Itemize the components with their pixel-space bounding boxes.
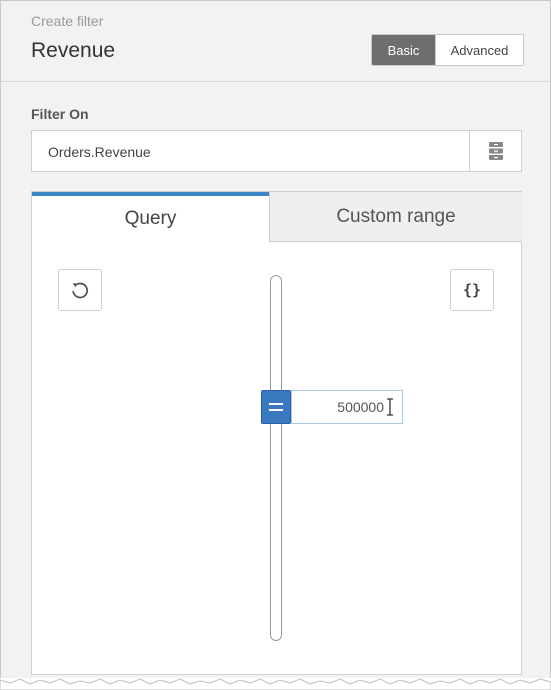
filter-tabs-panel: Query Custom range {} [31, 191, 522, 675]
basic-mode-button[interactable]: Basic [372, 35, 435, 65]
panel-header: Create filter Revenue Basic Advanced [1, 1, 550, 82]
reset-button[interactable] [58, 269, 102, 311]
advanced-mode-button[interactable]: Advanced [435, 35, 523, 65]
reset-icon [72, 282, 89, 299]
tab-custom-range[interactable]: Custom range [269, 192, 522, 242]
slider-handle[interactable] [261, 390, 291, 424]
slider-track[interactable] [270, 275, 282, 641]
tab-query[interactable]: Query [32, 192, 269, 242]
text-cursor-icon [387, 398, 393, 416]
torn-edge [0, 678, 551, 690]
filter-on-field[interactable]: Orders.Revenue [31, 130, 522, 172]
mode-toggle: Basic Advanced [371, 34, 524, 66]
filter-on-label: Filter On [31, 106, 89, 122]
database-icon [488, 142, 503, 160]
database-button[interactable] [469, 131, 521, 171]
panel-subtitle: Create filter [31, 13, 104, 29]
json-braces-icon: {} [462, 281, 482, 299]
panel-title: Revenue [31, 39, 116, 62]
create-filter-panel: Create filter Revenue Basic Advanced Fil… [0, 0, 551, 690]
equals-icon [269, 403, 283, 411]
filter-on-value: Orders.Revenue [48, 144, 151, 160]
json-editor-button[interactable]: {} [450, 269, 494, 311]
